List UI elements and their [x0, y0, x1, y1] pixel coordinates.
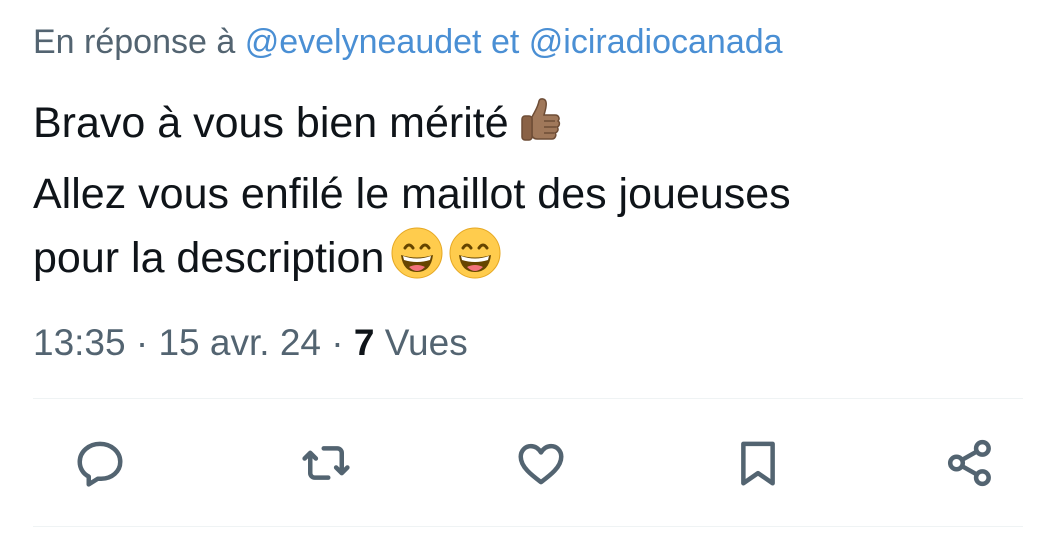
divider [33, 398, 1023, 399]
mention-link[interactable]: @iciradiocanada [529, 23, 783, 61]
reply-conjunction: et [490, 23, 520, 61]
reply-context: En réponse à @evelyneaudet et @iciradioc… [33, 20, 783, 64]
bookmark-icon [741, 441, 775, 486]
action-bar [0, 433, 1063, 493]
reply-prefix: En réponse à [33, 23, 236, 61]
tweet-line: Bravo à vous bien mérité [33, 92, 1033, 163]
tweet-time[interactable]: 13:35 [33, 322, 126, 363]
like-icon [518, 443, 564, 485]
tweet-line-text: Bravo à vous bien mérité [33, 99, 509, 147]
tweet-line: pour la description [33, 226, 1033, 298]
tweet-line-text: pour la description [33, 234, 385, 282]
tweet-line: Allez vous enfilé le maillot des joueuse… [33, 170, 791, 218]
tweet-date[interactable]: 15 avr. 24 [158, 322, 321, 363]
retweet-icon [302, 446, 350, 480]
mention-link[interactable]: @evelyneaudet [245, 23, 482, 61]
views-count: 7 [353, 322, 375, 363]
bookmark-button[interactable] [728, 433, 788, 493]
reply-icon [77, 441, 123, 487]
like-button[interactable] [511, 433, 571, 493]
grinning-face-emoji-icon [390, 226, 444, 298]
tweet-text: Bravo à vous bien mérité Allez vous enfi… [33, 92, 1033, 298]
tweet-metadata: 13:35 · 15 avr. 24 · 7 Vues [33, 320, 468, 366]
thumbs-up-emoji-icon [515, 95, 565, 163]
meta-separator: · [135, 322, 149, 363]
divider [33, 526, 1023, 527]
meta-separator: · [331, 322, 344, 363]
share-icon [947, 439, 991, 487]
retweet-button[interactable] [296, 433, 356, 493]
reply-button[interactable] [70, 433, 130, 493]
share-button[interactable] [940, 433, 1000, 493]
grinning-face-emoji-icon [448, 226, 502, 298]
views-label: Vues [384, 322, 468, 363]
